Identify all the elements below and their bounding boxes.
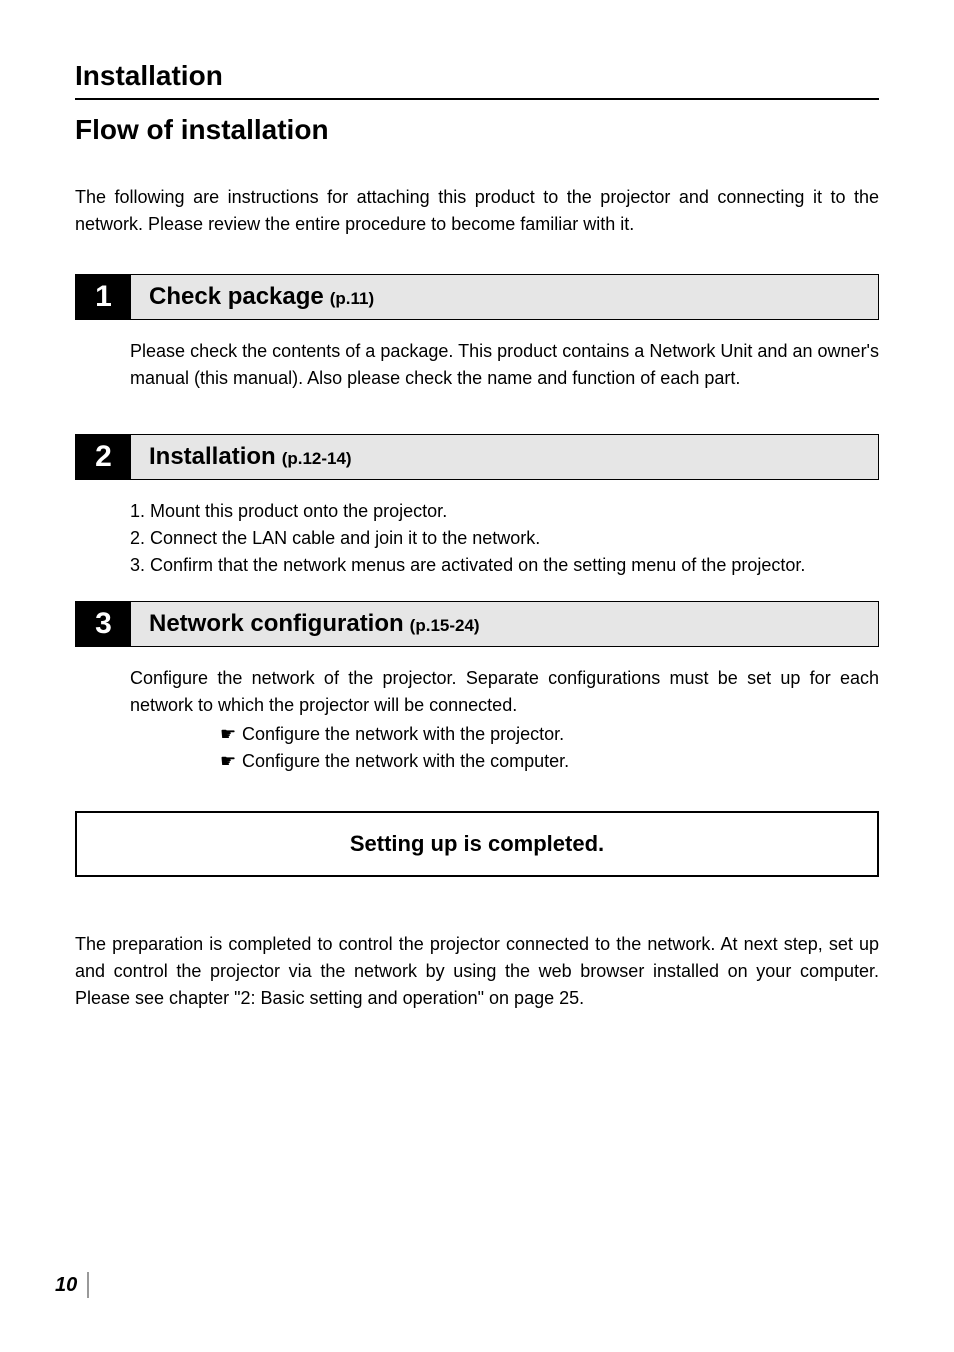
step-pageref-3: (p.15-24) <box>410 616 480 636</box>
step-title-3: Network configuration (p.15-24) <box>131 602 878 646</box>
list-item: 2. Connect the LAN cable and join it to … <box>130 525 879 552</box>
step-title-text-2: Installation <box>149 443 276 471</box>
step-pageref-1: (p.11) <box>330 289 374 309</box>
step-body-3: Configure the network of the projector. … <box>75 665 879 719</box>
step-block-1: 1 Check package (p.11) Please check the … <box>75 274 879 392</box>
step-title-2: Installation (p.12-14) <box>131 435 878 479</box>
step-header-1: 1 Check package (p.11) <box>75 274 879 320</box>
list-item: 3. Confirm that the network menus are ac… <box>130 552 879 579</box>
step-header-2: 2 Installation (p.12-14) <box>75 434 879 480</box>
step-number-3: 3 <box>76 602 131 646</box>
step-body-1: Please check the contents of a package. … <box>75 338 879 392</box>
bullet-item: ☛ Configure the network with the compute… <box>220 748 879 775</box>
step-list-2: 1. Mount this product onto the projector… <box>75 498 879 579</box>
step-title-1: Check package (p.11) <box>131 275 878 319</box>
hand-icon: ☛ <box>220 748 236 775</box>
step-title-text-1: Check package <box>149 283 324 311</box>
step-number-1: 1 <box>76 275 131 319</box>
step-block-2: 2 Installation (p.12-14) 1. Mount this p… <box>75 434 879 579</box>
page-subtitle: Flow of installation <box>75 114 879 146</box>
step-title-text-3: Network configuration <box>149 610 404 638</box>
step-header-3: 3 Network configuration (p.15-24) <box>75 601 879 647</box>
bullet-text: Configure the network with the computer. <box>242 748 569 775</box>
step-pageref-2: (p.12-14) <box>282 449 352 469</box>
bullet-item: ☛ Configure the network with the project… <box>220 721 879 748</box>
step-block-3: 3 Network configuration (p.15-24) Config… <box>75 601 879 775</box>
bullet-text: Configure the network with the projector… <box>242 721 564 748</box>
completion-box: Setting up is completed. <box>75 811 879 877</box>
list-item: 1. Mount this product onto the projector… <box>130 498 879 525</box>
step-number-2: 2 <box>76 435 131 479</box>
hand-icon: ☛ <box>220 721 236 748</box>
page-header-title: Installation <box>75 60 879 100</box>
outro-paragraph: The preparation is completed to control … <box>75 931 879 1012</box>
intro-paragraph: The following are instructions for attac… <box>75 184 879 238</box>
page-number: 10 <box>55 1272 89 1298</box>
bullet-list-3: ☛ Configure the network with the project… <box>75 721 879 775</box>
